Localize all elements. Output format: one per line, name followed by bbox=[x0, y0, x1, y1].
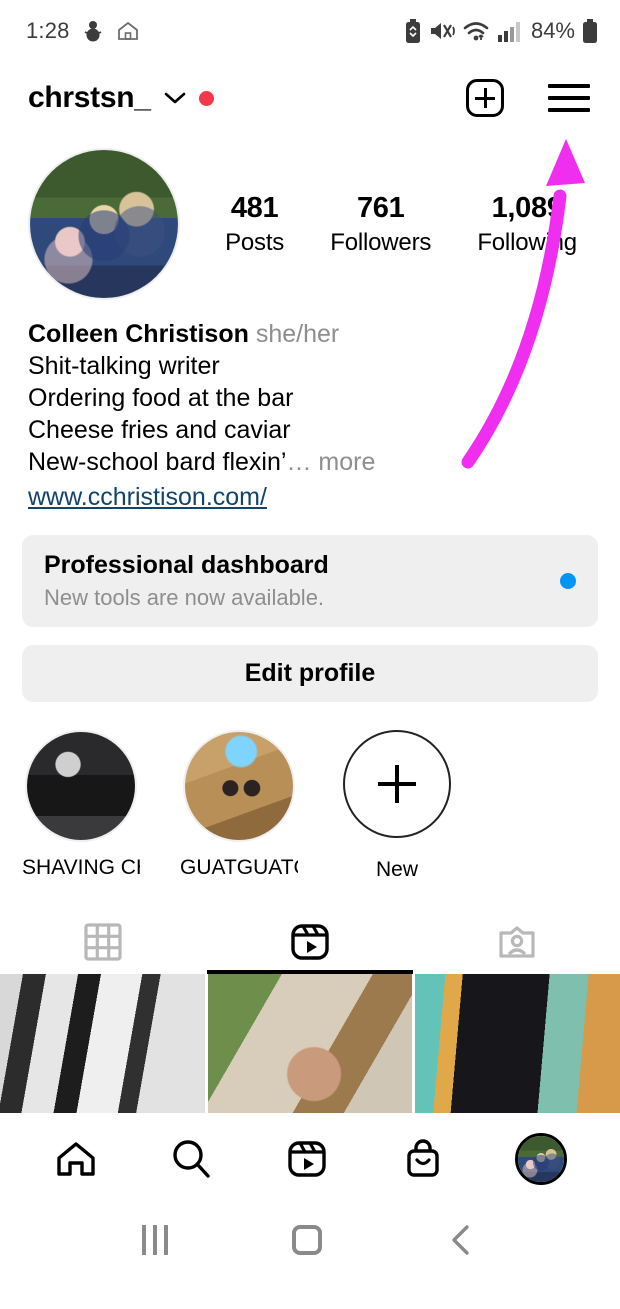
status-time: 1:28 bbox=[26, 18, 70, 43]
bio-line-truncated: New-school bard flexin’… more bbox=[28, 446, 592, 478]
media-grid bbox=[0, 974, 620, 1113]
chevron-down-icon[interactable] bbox=[162, 89, 188, 107]
bio-link[interactable]: www.cchristison.com/ bbox=[28, 481, 592, 513]
reels-icon[interactable] bbox=[284, 1136, 330, 1182]
highlight-item-guat[interactable]: GUATGUATGU… bbox=[180, 730, 298, 882]
status-bar-left: 1:28 bbox=[26, 18, 140, 44]
bio-name-row: Colleen Christison she/her bbox=[28, 318, 592, 350]
dashboard-badge-dot bbox=[560, 573, 576, 589]
edit-profile-label: Edit profile bbox=[244, 659, 376, 687]
avatar[interactable] bbox=[28, 148, 180, 300]
plus-icon[interactable] bbox=[343, 730, 451, 838]
highlight-photo bbox=[185, 732, 293, 840]
reel-thumb-mural[interactable] bbox=[415, 974, 620, 1113]
stat-posts-label: Posts bbox=[225, 228, 285, 256]
bottom-navigation bbox=[0, 1113, 620, 1205]
recents-icon[interactable] bbox=[142, 1224, 168, 1255]
status-bar: 1:28 84% bbox=[0, 0, 620, 62]
highlight-photo bbox=[27, 732, 135, 840]
wifi-icon bbox=[462, 19, 490, 43]
status-bar-right: 84% bbox=[404, 18, 598, 44]
back-chevron-icon[interactable] bbox=[446, 1223, 478, 1257]
profile-summary: 481 Posts 761 Followers 1,089 Following bbox=[0, 134, 620, 300]
battery-saver-icon bbox=[404, 19, 422, 43]
reel-image bbox=[415, 974, 620, 1113]
dashboard-subtitle: New tools are now available. bbox=[44, 585, 325, 610]
battery-icon bbox=[582, 19, 598, 43]
header-actions bbox=[466, 79, 590, 117]
signal-bars-icon bbox=[497, 20, 521, 42]
battery-percent: 84% bbox=[530, 18, 575, 43]
reel-thumb-porch[interactable] bbox=[207, 974, 413, 1113]
hamburger-menu-icon[interactable] bbox=[548, 84, 590, 112]
reels-icon bbox=[289, 921, 331, 963]
android-navigation-bar bbox=[0, 1205, 620, 1274]
home-icon[interactable] bbox=[53, 1136, 99, 1182]
tab-reels[interactable] bbox=[206, 912, 414, 974]
stat-followers-value: 761 bbox=[356, 191, 405, 224]
bio-more-button[interactable]: more bbox=[318, 448, 375, 476]
tab-tagged[interactable] bbox=[413, 912, 620, 972]
reel-image bbox=[0, 974, 205, 1113]
bio-line: Ordering food at the bar bbox=[28, 384, 294, 412]
page-title: chrstsn_ bbox=[28, 81, 151, 114]
bio-line: Shit-talking writer bbox=[28, 352, 220, 380]
highlight-item-new[interactable]: New bbox=[338, 730, 456, 882]
reel-thumb-forest[interactable] bbox=[0, 974, 205, 1113]
search-icon[interactable] bbox=[168, 1136, 214, 1182]
grid-icon bbox=[83, 922, 123, 962]
profile-avatar[interactable] bbox=[515, 1133, 568, 1185]
avatar-photo bbox=[30, 150, 178, 298]
story-highlights: SHAVING CH… GUATGUATGU… New bbox=[0, 702, 620, 882]
snowman-icon bbox=[83, 19, 103, 43]
mute-vibrate-icon bbox=[429, 19, 455, 43]
profile-action-cards: Professional dashboard New tools are now… bbox=[0, 513, 620, 702]
stat-following-value: 1,089 bbox=[491, 191, 563, 224]
bio-line: Cheese fries and caviar bbox=[28, 416, 291, 444]
smart-home-icon bbox=[116, 20, 140, 42]
highlight-thumb bbox=[183, 730, 295, 842]
stat-following-label: Following bbox=[477, 228, 577, 256]
stat-followers[interactable]: 761 Followers bbox=[330, 192, 431, 257]
reel-image bbox=[207, 974, 413, 1113]
tab-grid[interactable] bbox=[0, 912, 207, 972]
pronouns: she/her bbox=[255, 320, 340, 348]
display-name: Colleen Christison bbox=[28, 320, 249, 348]
stat-posts-value: 481 bbox=[230, 191, 279, 224]
profile-header: chrstsn_ bbox=[0, 62, 620, 134]
stat-followers-label: Followers bbox=[330, 228, 432, 256]
plus-square-icon[interactable] bbox=[466, 79, 504, 117]
highlight-label: GUATGUATGU… bbox=[180, 856, 298, 879]
home-square-icon[interactable] bbox=[292, 1224, 322, 1255]
edit-profile-button[interactable]: Edit profile bbox=[22, 645, 598, 702]
username-switcher[interactable]: chrstsn_ bbox=[28, 81, 214, 115]
bio-line-text: New-school bard flexin’ bbox=[28, 448, 287, 476]
tagged-person-icon bbox=[496, 921, 538, 963]
nav-avatar-photo bbox=[518, 1136, 565, 1182]
dashboard-title: Professional dashboard bbox=[44, 551, 329, 579]
dashboard-text: Professional dashboard New tools are now… bbox=[44, 551, 329, 611]
shopping-bag-icon[interactable] bbox=[400, 1136, 446, 1182]
professional-dashboard-card[interactable]: Professional dashboard New tools are now… bbox=[22, 535, 598, 627]
bio-ellipsis: … bbox=[286, 448, 312, 476]
highlight-label: New bbox=[375, 858, 418, 881]
profile-tabs bbox=[0, 912, 620, 974]
highlight-label: SHAVING CH… bbox=[22, 856, 140, 879]
highlight-item-shaving[interactable]: SHAVING CH… bbox=[22, 730, 140, 882]
activity-dot bbox=[198, 90, 214, 106]
highlight-thumb bbox=[25, 730, 137, 842]
profile-bio: Colleen Christison she/her Shit-talking … bbox=[0, 300, 620, 513]
stat-posts[interactable]: 481 Posts bbox=[225, 192, 284, 257]
stat-following[interactable]: 1,089 Following bbox=[477, 192, 577, 257]
profile-stats: 481 Posts 761 Followers 1,089 Following bbox=[180, 192, 600, 257]
